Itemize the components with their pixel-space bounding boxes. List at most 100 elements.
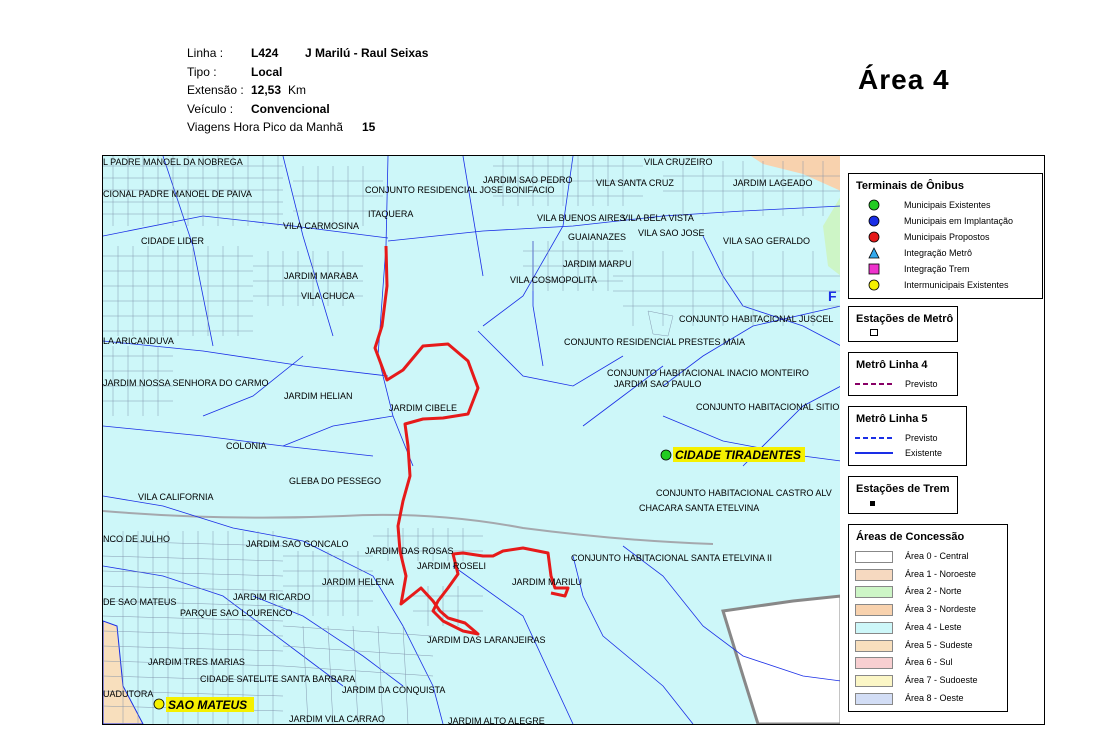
legend-item-label: Área 2 - Norte — [905, 586, 962, 597]
route-l424-path — [373, 245, 570, 636]
legend-area-item: Área 3 - Nordeste — [855, 602, 1045, 617]
place-label: JARDIM SAO PAULO — [614, 379, 701, 389]
place-label: JARDIM HELIAN — [284, 391, 353, 401]
area-color-swatch — [855, 551, 893, 563]
square-marker-icon — [867, 262, 897, 276]
legend-metro5-title: Metrô Linha 5 — [856, 413, 928, 425]
legend-area-item: Área 0 - Central — [855, 549, 1045, 563]
legend-estacoes-trem-title: Estações de Trem — [856, 483, 950, 495]
place-label: JARDIM VILA CARRAO — [289, 714, 385, 724]
legend-item-label: Área 0 - Central — [905, 551, 969, 561]
place-label: CIDADE LIDER — [141, 236, 205, 246]
place-label: CHACARA SANTA ETELVINA — [639, 503, 759, 513]
place-label: VILA CARMOSINA — [283, 221, 359, 231]
place-label: VILA SANTA CRUZ — [596, 178, 674, 188]
legend-area-item: Área 5 - Sudeste — [855, 638, 1045, 652]
legend-line-item: Previsto — [855, 377, 1045, 391]
place-label: VILA SAO JOSE — [638, 228, 705, 238]
place-label: VILA SAO GERALDO — [723, 236, 810, 246]
legend-item-label: Previsto — [905, 433, 938, 443]
place-label: JARDIM CIBELE — [389, 403, 457, 413]
legend-estacoes-trem: Estações de Trem — [848, 476, 958, 514]
route-map[interactable]: L PADRE MANOEL DA NOBREGA CIONAL PADRE MA… — [102, 155, 842, 725]
place-label: VILA CRUZEIRO — [644, 157, 713, 167]
area-color-swatch — [855, 692, 893, 705]
legend-item-label: Municipais Existentes — [904, 200, 991, 210]
place-label: JARDIM RICARDO — [233, 592, 311, 602]
place-label: CIDADE SATELITE SANTA BARBARA — [200, 674, 355, 684]
area-0-patch — [721, 594, 841, 724]
legend-item-label: Integração Trem — [904, 264, 970, 274]
area-title: Área 4 — [858, 64, 950, 95]
place-label: CONJUNTO HABITACIONAL INACIO MONTEIRO — [607, 368, 809, 378]
place-label: JARDIM LAGEADO — [733, 178, 813, 188]
place-label: VILA COSMOPOLITA — [510, 275, 597, 285]
circle-marker-icon — [867, 230, 897, 244]
legend-area-item: Área 7 - Sudoeste — [855, 673, 1045, 687]
area-2-patch — [823, 196, 841, 276]
legend-estacoes-metro-title: Estações de Metrô — [856, 313, 954, 325]
legend-terminal-item: Municipais Existentes — [857, 198, 1047, 212]
place-label: JARDIM ROSELI — [417, 561, 486, 571]
terminal-name-label: CIDADE TIRADENTES — [675, 448, 801, 462]
terminal-sao-mateus[interactable] — [153, 698, 165, 710]
legend-item-label: Existente — [905, 448, 943, 458]
legend-areas-title: Áreas de Concessão — [856, 531, 965, 543]
legend-terminal-item: Intermunicipais Existentes — [857, 278, 1047, 292]
line-swatch-icon — [855, 377, 893, 391]
place-label: VILA CALIFORNIA — [138, 492, 214, 502]
place-label: JARDIM DA CONQUISTA — [342, 685, 445, 695]
place-label: CONJUNTO RESIDENCIAL PRESTES MAIA — [564, 337, 745, 347]
place-label: VILA CHUCA — [301, 291, 355, 301]
legend-terminal-item: Municipais em Implantação — [857, 214, 1047, 228]
place-label: DE SAO MATEUS — [103, 597, 176, 607]
legend-areas: Áreas de Concessão Área 0 - Central Área … — [848, 524, 1008, 712]
place-label: LA ARICANDUVA — [103, 336, 174, 346]
legend-area-item: Área 1 - Noroeste — [855, 567, 1045, 581]
legend-line-item: Previsto — [855, 431, 1045, 445]
legend-item-label: Integração Metrô — [904, 248, 973, 258]
place-label: JARDIM MARABA — [284, 271, 358, 281]
triangle-marker-icon — [867, 246, 897, 260]
legend-item-label: Área 5 - Sudeste — [905, 639, 973, 650]
tipo-value: Local — [251, 65, 283, 79]
place-label: JARDIM SAO PEDRO — [483, 175, 573, 185]
viagens-value: 15 — [362, 120, 376, 134]
metro-station-icon — [870, 329, 878, 336]
place-label: NCO DE JULHO — [103, 534, 170, 544]
area-color-swatch — [855, 674, 893, 687]
veiculo-value: Convencional — [251, 102, 330, 116]
extensao-label: Extensão : — [187, 83, 244, 97]
place-label: PARQUE SAO LOURENCO — [180, 608, 292, 618]
place-label: CONJUNTO RESIDENCIAL JOSE BONIFACIO — [365, 185, 555, 195]
terminal-cidade-tiradentes[interactable] — [660, 449, 672, 461]
legend-terminal-item: Integração Trem — [857, 262, 1047, 276]
route-header: Linha : L424 J Marilú - Raul Seixas Tipo… — [187, 46, 587, 138]
place-label: VILA BELA VISTA — [622, 213, 694, 223]
legend-item-label: Área 1 - Noroeste — [905, 568, 977, 579]
area-color-swatch — [855, 621, 893, 634]
viagens-label: Viagens Hora Pico da Manhã — [187, 120, 343, 134]
area-color-swatch — [855, 568, 893, 581]
place-label: F — [828, 288, 837, 304]
terminal-name-label: SAO MATEUS — [168, 698, 247, 712]
linha-name: J Marilú - Raul Seixas — [305, 46, 429, 60]
place-label: ITAQUERA — [368, 209, 413, 219]
place-label: CONJUNTO HABITACIONAL SITIO — [696, 402, 839, 412]
veiculo-label: Veículo : — [187, 102, 234, 116]
legend-panel: Terminais de Ônibus Municipais Existente… — [840, 155, 1045, 725]
legend-area-item: Área 2 - Norte — [855, 584, 1045, 599]
place-label: CONJUNTO HABITACIONAL CASTRO ALV — [656, 488, 832, 498]
legend-metro-linha-5: Metrô Linha 5 Previsto Existente — [848, 406, 967, 466]
place-label: JARDIM MARILU — [512, 577, 582, 587]
place-label: JARDIM SAO GONCALO — [246, 539, 349, 549]
place-label: L PADRE MANOEL DA NOBREGA — [103, 157, 243, 167]
place-label: CONJUNTO HABITACIONAL SANTA ETELVINA II — [571, 553, 772, 563]
legend-estacoes-metro: Estações de Metrô — [848, 306, 958, 342]
legend-metro-linha-4: Metrô Linha 4 Previsto — [848, 352, 958, 396]
place-label: JARDIM DAS ROSAS — [365, 546, 454, 556]
legend-line-item: Existente — [855, 446, 1045, 460]
extensao-unit: Km — [288, 83, 306, 97]
legend-item-label: Área 7 - Sudoeste — [905, 674, 978, 685]
place-label: JARDIM HELENA — [322, 577, 394, 587]
